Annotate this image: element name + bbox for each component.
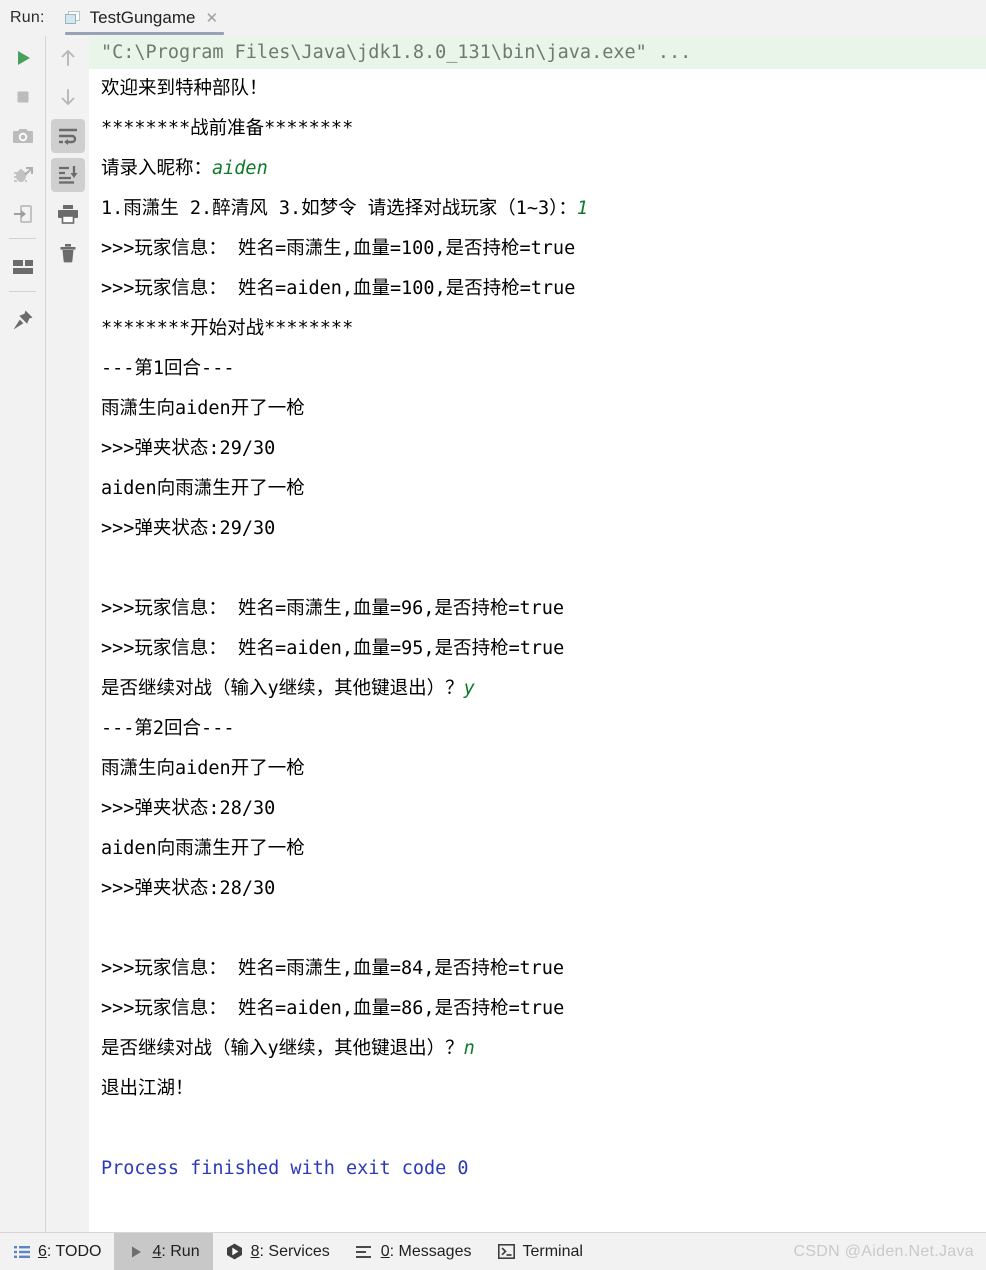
console-line: >>>玩家信息： 姓名=aiden,血量=100,是否持枪=true xyxy=(101,278,576,299)
status-messages-number: 0 xyxy=(380,1242,390,1260)
play-triangle-icon xyxy=(17,51,30,65)
layout-button[interactable] xyxy=(6,250,40,284)
console-prompt-text: 是否继续对战（输入y继续，其他键退出）？ xyxy=(101,1038,464,1059)
previous-occurrence-button[interactable] xyxy=(51,41,85,75)
console-line: 是否继续对战（输入y继续，其他键退出）？y xyxy=(89,669,986,709)
console-actions-toolbar xyxy=(45,36,90,1233)
tab-title: TestGungame xyxy=(89,8,196,27)
close-icon[interactable]: ✕ xyxy=(205,11,218,26)
console-line: ---第2回合--- xyxy=(101,718,235,739)
console-user-input: aiden xyxy=(212,158,268,179)
export-arrow-icon xyxy=(13,205,32,223)
play-icon xyxy=(127,1243,145,1261)
console-user-input: y xyxy=(463,678,475,699)
status-todo[interactable]: 6 : TODO xyxy=(0,1233,114,1270)
dump-threads-button[interactable] xyxy=(6,197,40,231)
console-line: 雨潇生向aiden开了一枪 xyxy=(101,398,305,419)
console-line: >>>玩家信息： 姓名=雨潇生,血量=84,是否持枪=true xyxy=(101,958,565,979)
arrow-up-icon xyxy=(61,50,74,66)
status-todo-label: : TODO xyxy=(46,1242,102,1260)
stop-button[interactable] xyxy=(6,80,40,114)
status-run[interactable]: 4 : Run xyxy=(114,1233,213,1270)
list-icon xyxy=(13,1243,31,1261)
console-line: Process finished with exit code 0 xyxy=(101,1158,469,1179)
console-line: aiden向雨潇生开了一枪 xyxy=(101,478,305,499)
soft-wrap-button[interactable] xyxy=(50,119,85,153)
layout-panels-icon xyxy=(12,260,33,274)
bug-restart-icon xyxy=(13,167,33,182)
console-user-input: n xyxy=(463,1038,475,1059)
console-prompt-text: 是否继续对战（输入y继续，其他键退出）？ xyxy=(101,678,464,699)
console-line: 是否继续对战（输入y继续，其他键退出）？n xyxy=(89,1029,986,1069)
console-line: >>>玩家信息： 姓名=雨潇生,血量=96,是否持枪=true xyxy=(101,598,565,619)
next-occurrence-button[interactable] xyxy=(51,80,85,114)
rerun-button[interactable] xyxy=(6,41,40,75)
camera-icon xyxy=(12,129,33,143)
console-prompt-text: 1.雨潇生 2.醉清风 3.如梦令 请选择对战玩家（1~3）： xyxy=(101,198,577,219)
restart-debug-button[interactable] xyxy=(6,158,40,192)
status-services-label: : Services xyxy=(259,1242,330,1260)
soft-wrap-icon xyxy=(58,128,77,145)
arrow-down-icon xyxy=(61,89,74,105)
console-line: >>>弹夹状态:28/30 xyxy=(101,798,276,819)
console-line: >>>弹夹状态:29/30 xyxy=(101,438,276,459)
console-user-input: 1 xyxy=(576,198,589,219)
run-tool-window-label: Run: xyxy=(10,9,45,26)
status-services-number: 8 xyxy=(250,1242,260,1260)
toolbar-divider xyxy=(9,291,36,292)
status-bar: 6 : TODO 4 : Run 8 : Services 0: Messag… xyxy=(0,1232,986,1270)
console-line: 退出江湖！ xyxy=(101,1078,194,1099)
console-line: "C:\Program Files\Java\jdk1.8.0_131\bin\… xyxy=(89,36,986,69)
java-class-icon xyxy=(64,11,81,25)
print-button[interactable] xyxy=(51,197,85,231)
status-todo-number: 6 xyxy=(38,1242,47,1260)
status-terminal-label: Terminal xyxy=(522,1242,583,1260)
tab-testgungame[interactable]: TestGungame ✕ xyxy=(56,0,229,36)
console-line: ********战前准备******** xyxy=(101,118,354,139)
run-tool-window-header: Run: TestGungame ✕ xyxy=(0,0,986,36)
console-line: 欢迎来到特种部队！ xyxy=(101,78,268,99)
stop-square-icon xyxy=(17,91,28,103)
clear-all-button[interactable] xyxy=(51,236,85,270)
status-run-label: : Run xyxy=(161,1242,200,1260)
toolbar-divider xyxy=(9,238,36,239)
pin-icon xyxy=(13,310,32,330)
scroll-to-end-icon xyxy=(58,166,77,184)
trash-icon xyxy=(60,244,75,263)
console-line: 1.雨潇生 2.醉清风 3.如梦令 请选择对战玩家（1~3）：1 xyxy=(89,189,986,229)
status-messages[interactable]: 0 : Messages xyxy=(343,1233,485,1270)
messages-icon xyxy=(356,1243,374,1261)
console-line: ---第1回合--- xyxy=(101,358,235,379)
console-line: ********开始对战******** xyxy=(101,318,354,339)
scroll-to-end-button[interactable] xyxy=(50,158,85,192)
run-actions-toolbar xyxy=(0,36,45,1233)
console-output[interactable]: "C:\Program Files\Java\jdk1.8.0_131\bin\… xyxy=(89,36,986,1233)
services-icon xyxy=(226,1243,244,1261)
console-line: 请录入昵称：aiden xyxy=(89,149,986,189)
console-line: >>>玩家信息： 姓名=aiden,血量=86,是否持枪=true xyxy=(101,998,565,1019)
terminal-icon xyxy=(497,1243,515,1261)
console-line: >>>玩家信息： 姓名=雨潇生,血量=100,是否持枪=true xyxy=(101,238,576,259)
pin-tab-button[interactable] xyxy=(6,303,40,337)
screenshot-button[interactable] xyxy=(6,119,40,153)
status-run-number: 4 xyxy=(152,1242,162,1260)
status-services[interactable]: 8 : Services xyxy=(213,1233,343,1270)
console-line: >>>弹夹状态:28/30 xyxy=(101,878,276,899)
console-line: >>>弹夹状态:29/30 xyxy=(101,518,276,539)
console-line: 雨潇生向aiden开了一枪 xyxy=(101,758,305,779)
console-prompt-text: 请录入昵称： xyxy=(101,158,213,179)
printer-icon xyxy=(57,205,78,224)
status-messages-label: : Messages xyxy=(389,1242,472,1260)
console-line: aiden向雨潇生开了一枪 xyxy=(101,838,305,859)
watermark: CSDN @Aiden.Net.Java xyxy=(793,1242,974,1260)
status-terminal[interactable]: Terminal xyxy=(484,1233,595,1270)
console-line: >>>玩家信息： 姓名=aiden,血量=95,是否持枪=true xyxy=(101,638,565,659)
